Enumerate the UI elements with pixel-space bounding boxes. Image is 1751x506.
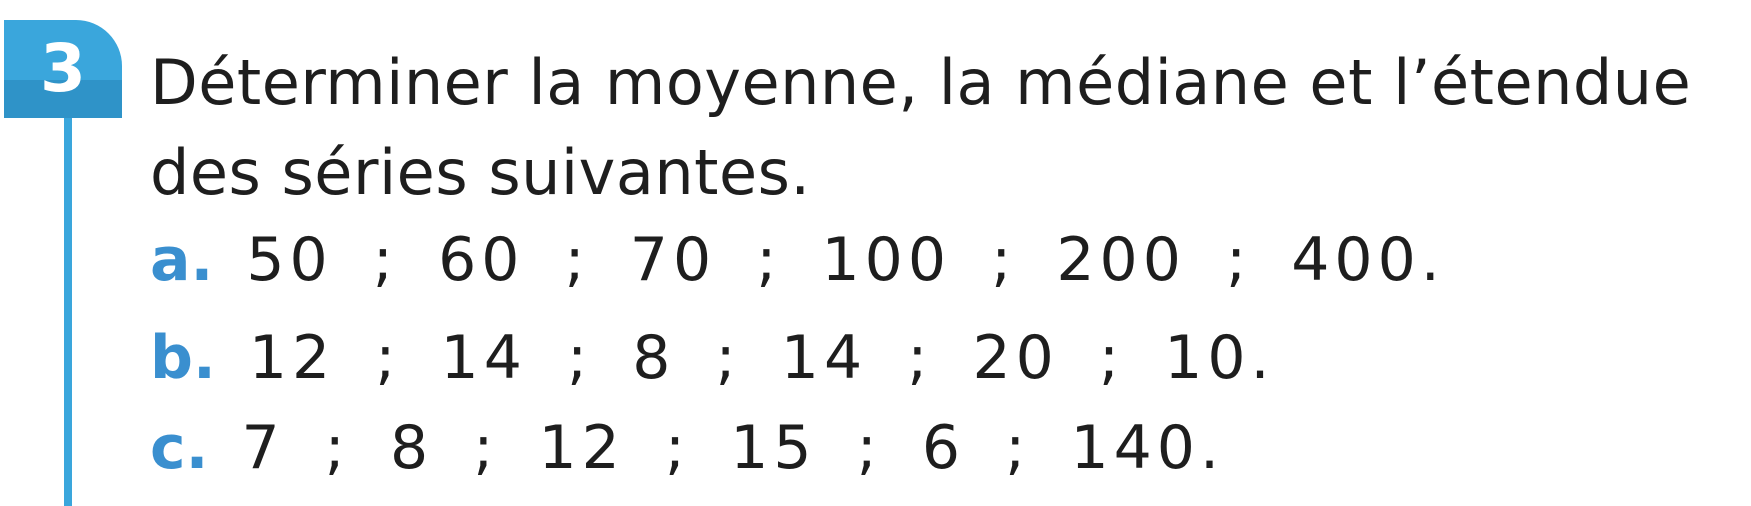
series-letter: c. (150, 413, 209, 483)
series-values: 50 ; 60 ; 70 ; 100 ; 200 ; 400. (246, 225, 1445, 295)
series-item-c: c. 7 ; 8 ; 12 ; 15 ; 6 ; 140. (150, 408, 1224, 488)
series-item-b: b. 12 ; 14 ; 8 ; 14 ; 20 ; 10. (150, 318, 1275, 398)
series-item-a: a. 50 ; 60 ; 70 ; 100 ; 200 ; 400. (150, 220, 1445, 300)
series-letter: a. (150, 225, 214, 295)
series-letter: b. (150, 323, 216, 393)
series-values: 12 ; 14 ; 8 ; 14 ; 20 ; 10. (248, 323, 1275, 393)
exercise-block: 3 Déterminer la moyenne, la médiane et l… (0, 0, 1751, 506)
exercise-statement: Déterminer la moyenne, la médiane et l’é… (150, 46, 1692, 209)
exercise-number-badge: 3 (4, 20, 122, 118)
exercise-margin-line (64, 118, 72, 506)
exercise-number: 3 (40, 30, 86, 107)
series-values: 7 ; 8 ; 12 ; 15 ; 6 ; 140. (241, 413, 1225, 483)
